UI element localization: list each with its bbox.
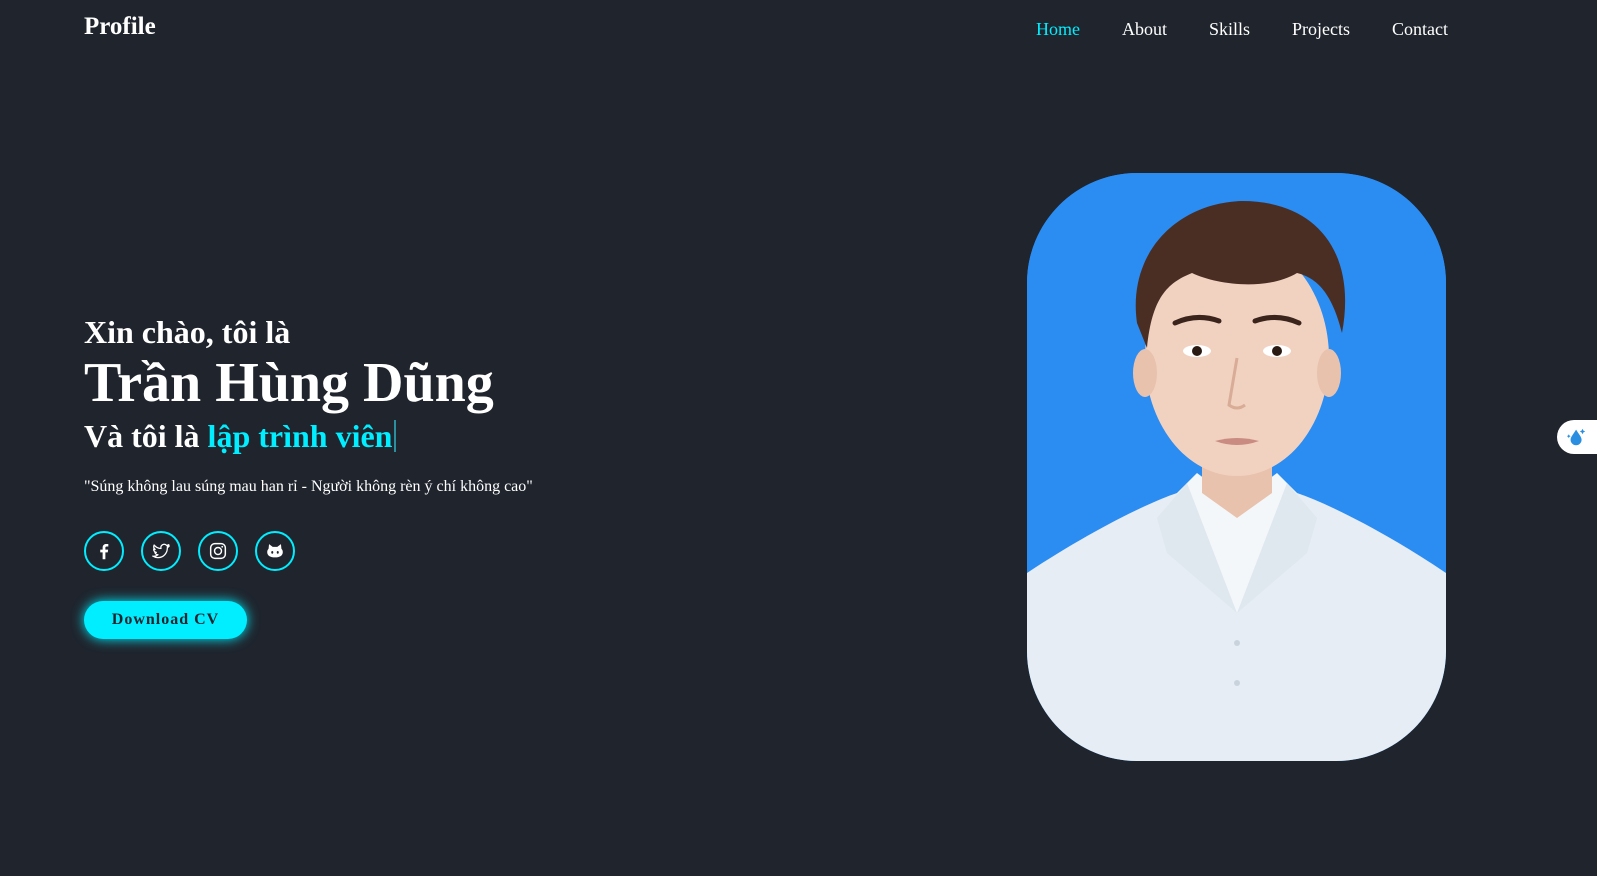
nav-contact[interactable]: Contact (1392, 19, 1448, 40)
typing-caret (394, 420, 397, 452)
instagram-link[interactable] (198, 531, 238, 571)
site-header: Profile Home About Skills Projects Conta… (0, 0, 1597, 62)
facebook-icon (100, 543, 109, 560)
instagram-icon (209, 542, 227, 560)
role-highlight: lập trình viên (207, 418, 393, 454)
profile-photo (1027, 173, 1446, 761)
download-cv-button[interactable]: Download CV (84, 601, 247, 639)
github-link[interactable] (255, 531, 295, 571)
role-line: Và tôi là lập trình viên (84, 414, 784, 458)
person-name: Trần Hùng Dũng (84, 352, 494, 414)
role-prefix: Và tôi là (84, 418, 200, 454)
nav-home[interactable]: Home (1036, 19, 1080, 40)
browser-extension-widget[interactable] (1557, 420, 1597, 454)
twitter-link[interactable] (141, 531, 181, 571)
portrait-illustration (1027, 173, 1446, 761)
github-icon (267, 544, 283, 558)
facebook-link[interactable] (84, 531, 124, 571)
greeting: Xin chào, tôi là (84, 314, 291, 350)
hero-content: Xin chào, tôi là Trần Hùng Dũng Và tôi l… (84, 312, 784, 512)
twitter-icon (152, 543, 170, 559)
nav-about[interactable]: About (1122, 19, 1167, 40)
main-nav: Home About Skills Projects Contact (1036, 19, 1448, 40)
water-drop-sparkle-icon (1566, 428, 1586, 446)
quote: "Súng không lau súng mau han rỉ - Người … (84, 478, 533, 495)
nav-projects[interactable]: Projects (1292, 19, 1350, 40)
social-links (84, 531, 295, 571)
nav-skills[interactable]: Skills (1209, 19, 1250, 40)
logo[interactable]: Profile (84, 13, 156, 41)
